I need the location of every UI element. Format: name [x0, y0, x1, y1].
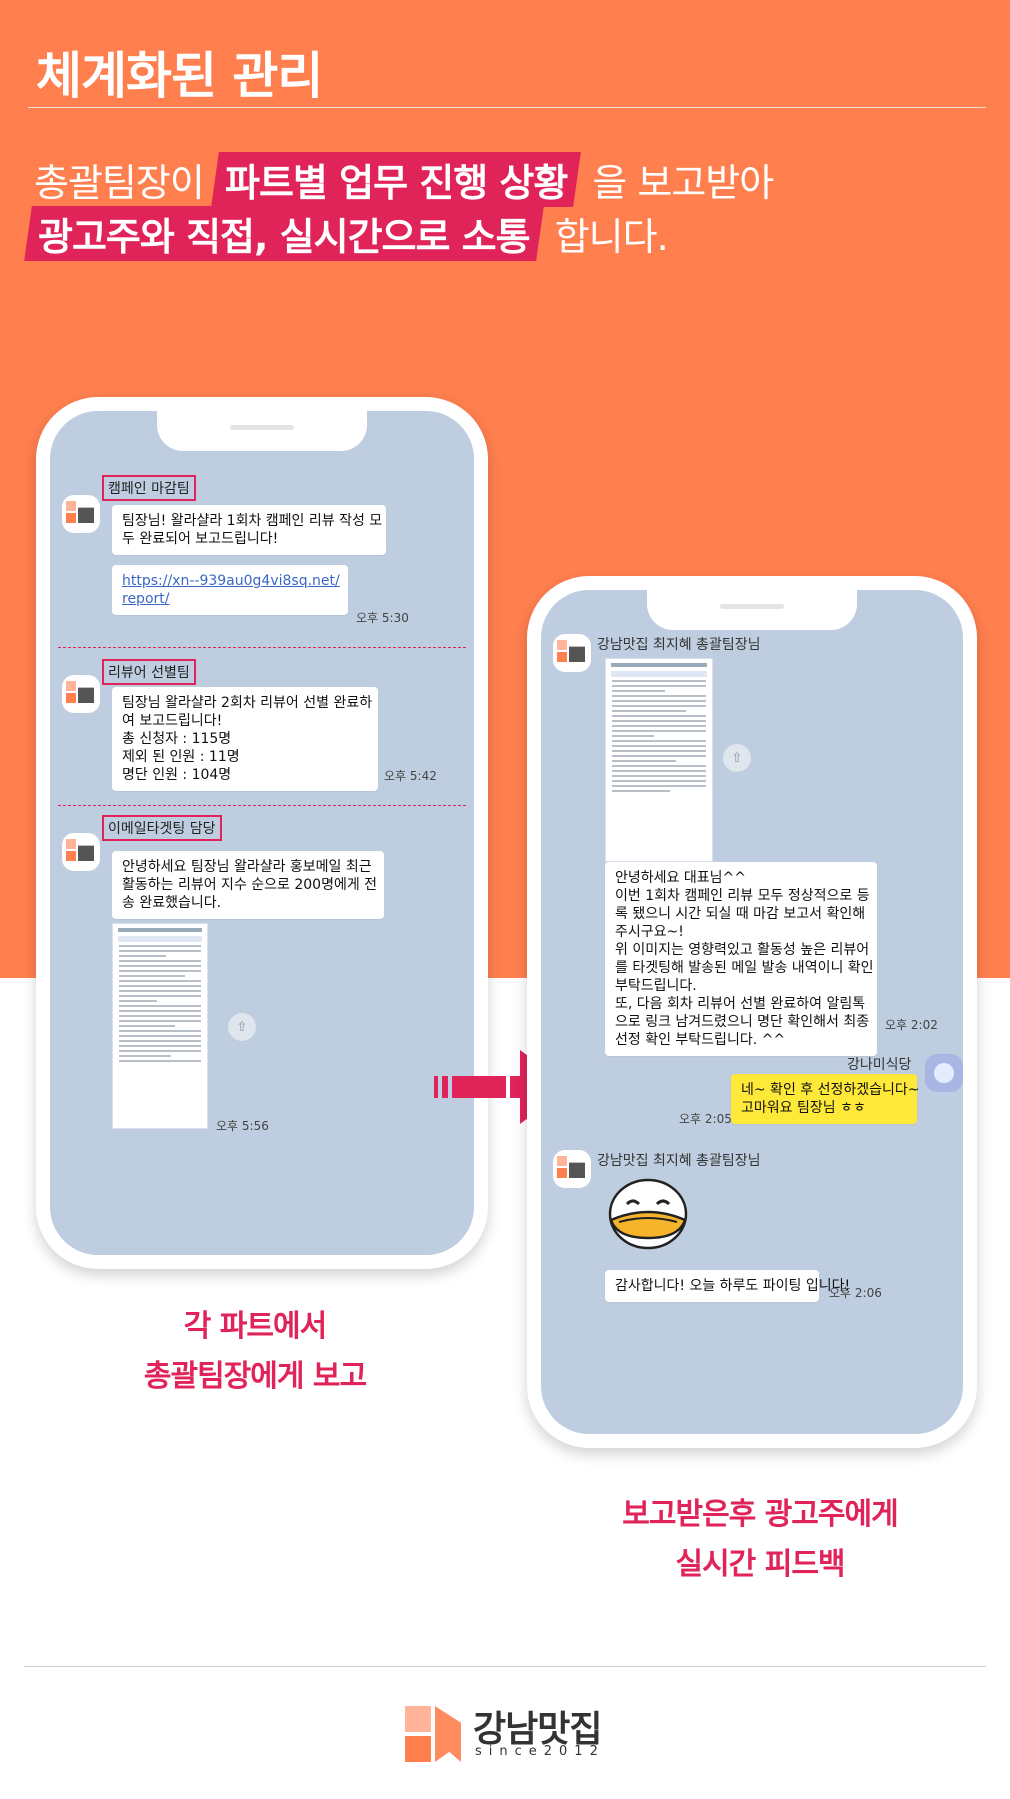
report-link[interactable]: https://xn--939au0g4vi8sq.net/	[122, 572, 340, 590]
team-label-campaign: 캠페인 마감팀	[102, 475, 196, 501]
brand-logo-icon	[66, 837, 96, 867]
caption-right: 보고받은후 광고주에게 실시간 피드백	[622, 1497, 898, 1582]
phone-notch	[647, 590, 857, 630]
message-time: 오후 2:02	[885, 1018, 938, 1032]
logo-since: since2012	[475, 1744, 605, 1759]
attached-report-image[interactable]	[605, 658, 713, 862]
section-divider	[58, 805, 466, 806]
section-divider	[58, 647, 466, 648]
logo-mark-icon	[405, 1706, 463, 1764]
subtitle-text: 합니다.	[554, 215, 669, 259]
subtitle-highlight: 광고주와 직접, 실시간으로 소통	[24, 206, 544, 261]
link-bubble[interactable]: https://xn--939au0g4vi8sq.net/ report/	[112, 565, 348, 615]
brand-avatar	[553, 1150, 591, 1188]
client-avatar	[925, 1054, 963, 1092]
message-time: 오후 2:05	[679, 1112, 732, 1126]
brand-avatar	[62, 833, 100, 871]
brand-logo: 강남맛집 since2012	[405, 1700, 615, 1766]
brand-logo-icon	[66, 679, 96, 709]
subtitle-text: 을 보고받아	[592, 161, 774, 205]
brand-avatar	[62, 495, 100, 533]
phone-team-reports: 캠페인 마감팀 팀장님! 왈라샬라 1회차 캠페인 리뷰 작성 모 두 완료되어…	[36, 397, 488, 1269]
message-bubble: 안녕하세요 대표님^^ 이번 1회차 캠페인 리뷰 모두 정상적으로 등 록 됐…	[605, 862, 877, 1056]
brand-avatar	[62, 675, 100, 713]
team-label-reviewer: 리뷰어 선별팀	[102, 659, 196, 685]
report-link[interactable]: report/	[122, 590, 338, 608]
sender-name: 강남맛집 최지혜 총괄팀장님	[597, 1153, 761, 1169]
subtitle-line-2: 광고주와 직접, 실시간으로 소통 합니다.	[24, 206, 669, 261]
subtitle-line-1: 총괄팀장이 파트별 업무 진행 상황 을 보고받아	[34, 152, 774, 207]
brand-avatar	[553, 634, 591, 672]
phone-client-chat: 강남맛집 최지혜 총괄팀장님 ⇧ 안녕하세요 대표님^^ 이번 1회차 캠페인 …	[527, 576, 977, 1448]
message-bubble: 안녕하세요 팀장님 왈라샬라 홍보메일 최근 활동하는 리뷰어 지수 순으로 2…	[112, 851, 384, 919]
team-label-email: 이메일타겟팅 담당	[102, 815, 222, 841]
footer-divider	[24, 1666, 986, 1667]
caption-left: 각 파트에서 총괄팀장에게 보고	[143, 1309, 367, 1394]
client-name: 강나미식당	[847, 1057, 912, 1073]
duck-emoticon-icon	[608, 1178, 688, 1250]
brand-logo-icon	[557, 638, 587, 668]
message-time: 오후 5:30	[356, 611, 409, 625]
client-message-bubble: 네~ 확인 후 선정하겠습니다~ 고마워요 팀장님 ㅎㅎ	[731, 1074, 920, 1124]
message-bubble: 감사합니다! 오늘 하루도 파이팅 입니다!	[605, 1270, 850, 1302]
title-divider	[28, 107, 986, 108]
chat-screen: 강남맛집 최지혜 총괄팀장님 ⇧ 안녕하세요 대표님^^ 이번 1회차 캠페인 …	[541, 590, 963, 1434]
page-title: 체계화된 관리	[36, 47, 323, 105]
message-bubble: 팀장님! 왈라샬라 1회차 캠페인 리뷰 작성 모 두 완료되어 보고드립니다!	[112, 505, 386, 555]
message-time: 오후 5:56	[216, 1119, 269, 1133]
subtitle-highlight: 파트별 업무 진행 상황	[211, 152, 582, 207]
brand-logo-icon	[66, 499, 96, 529]
email-report-image[interactable]	[112, 923, 208, 1129]
user-icon	[934, 1063, 954, 1083]
message-time: 오후 2:06	[829, 1286, 882, 1300]
message-bubble: 팀장님 왈라샬라 2회차 리뷰어 선별 완료하 여 보고드립니다! 총 신청자 …	[112, 687, 378, 791]
subtitle-text: 총괄팀장이	[34, 161, 205, 205]
sender-name: 강남맛집 최지혜 총괄팀장님	[597, 637, 761, 653]
phone-notch	[157, 411, 367, 451]
chat-screen: 캠페인 마감팀 팀장님! 왈라샬라 1회차 캠페인 리뷰 작성 모 두 완료되어…	[50, 411, 474, 1255]
share-icon[interactable]: ⇧	[228, 1013, 256, 1041]
share-icon[interactable]: ⇧	[723, 744, 751, 772]
brand-logo-icon	[557, 1154, 587, 1184]
message-time: 오후 5:42	[384, 769, 437, 783]
